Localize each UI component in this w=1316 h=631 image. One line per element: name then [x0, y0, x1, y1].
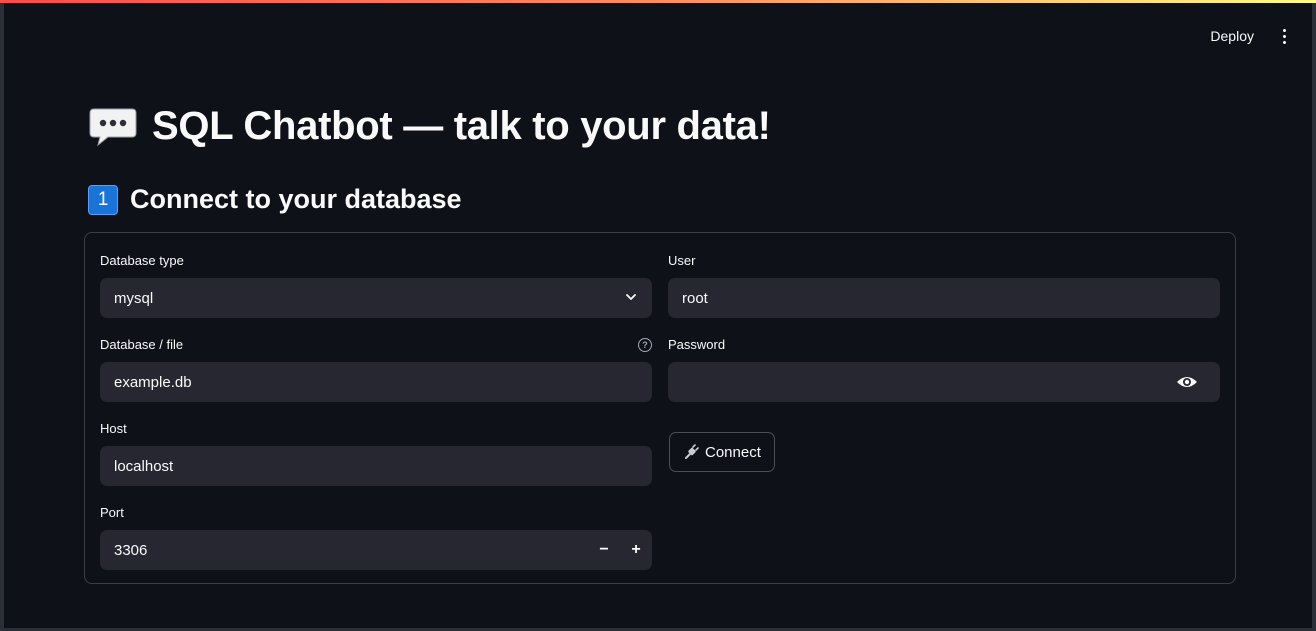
db-file-label: Database / file ? [100, 336, 652, 354]
host-field: Host localhost [100, 420, 652, 486]
user-field: User root [668, 252, 1220, 318]
port-input[interactable]: 3306 − + [100, 530, 652, 570]
chevron-down-icon [626, 294, 636, 300]
db-type-select[interactable]: mysql [100, 278, 652, 318]
deploy-button[interactable]: Deploy [1210, 28, 1254, 44]
port-field: Port 3306 − + [100, 504, 652, 570]
toolbar: Deploy [1210, 26, 1294, 46]
page-title: SQL Chatbot — talk to your data! [152, 104, 771, 148]
title-row: SQL Chatbot — talk to your data! [88, 104, 771, 149]
db-file-input[interactable]: example.db [100, 362, 652, 402]
host-value: localhost [114, 457, 174, 475]
db-file-field: Database / file ? example.db [100, 336, 652, 402]
connection-form: Database type mysql Database / file ? ex… [84, 232, 1236, 584]
section-title: Connect to your database [130, 184, 462, 214]
eye-icon[interactable] [1176, 374, 1198, 390]
port-value: 3306 [114, 541, 148, 559]
db-type-value: mysql [114, 289, 154, 307]
user-value: root [682, 289, 708, 307]
speech-balloon-icon [89, 108, 137, 146]
keycap-one-icon: 1 [88, 184, 118, 215]
host-input[interactable]: localhost [100, 446, 652, 486]
increment-button[interactable]: + [620, 530, 652, 570]
plug-icon [685, 444, 699, 459]
user-input[interactable]: root [668, 278, 1220, 318]
connect-label: Connect [705, 443, 761, 461]
section-header: 1 Connect to your database [88, 184, 462, 215]
host-label: Host [100, 420, 652, 438]
user-label: User [668, 252, 1220, 270]
help-icon[interactable]: ? [638, 338, 652, 352]
connect-button[interactable]: Connect [669, 432, 775, 472]
db-type-field: Database type mysql [100, 252, 652, 318]
more-vertical-icon[interactable] [1274, 26, 1294, 46]
db-type-label: Database type [100, 252, 652, 270]
user-label-text: User [668, 253, 696, 268]
quantity-stepper: − + [588, 530, 652, 570]
host-label-text: Host [100, 421, 127, 436]
port-label-text: Port [100, 505, 124, 520]
db-type-label-text: Database type [100, 253, 184, 268]
port-label: Port [100, 504, 652, 522]
password-field: Password [668, 336, 1220, 402]
db-file-label-text: Database / file [100, 337, 184, 352]
password-label-text: Password [668, 337, 726, 352]
password-input[interactable] [668, 362, 1220, 402]
top-decoration [0, 0, 1316, 3]
db-file-value: example.db [114, 373, 192, 391]
decrement-button[interactable]: − [588, 530, 620, 570]
password-label: Password [668, 336, 1220, 354]
